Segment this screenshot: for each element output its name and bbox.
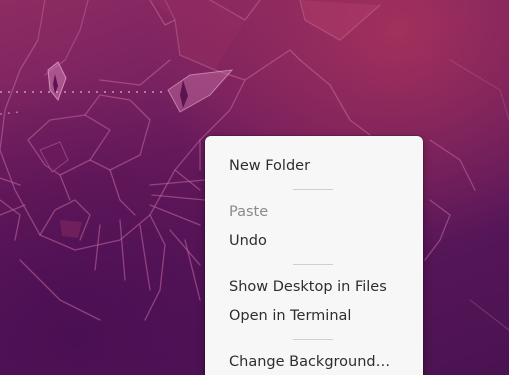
menu-item-new-folder[interactable]: New Folder <box>205 152 423 181</box>
desktop-context-menu: New Folder Paste Undo Show Desktop in Fi… <box>205 136 423 375</box>
desktop[interactable]: New Folder Paste Undo Show Desktop in Fi… <box>0 0 509 375</box>
menu-separator <box>205 256 423 273</box>
menu-item-show-desktop-in-files[interactable]: Show Desktop in Files <box>205 273 423 302</box>
menu-item-change-background[interactable]: Change Background… <box>205 348 423 375</box>
menu-item-open-in-terminal[interactable]: Open in Terminal <box>205 302 423 331</box>
menu-separator <box>205 331 423 348</box>
menu-item-paste: Paste <box>229 204 269 220</box>
menu-separator <box>205 181 423 198</box>
menu-item-undo[interactable]: Undo <box>205 227 423 256</box>
